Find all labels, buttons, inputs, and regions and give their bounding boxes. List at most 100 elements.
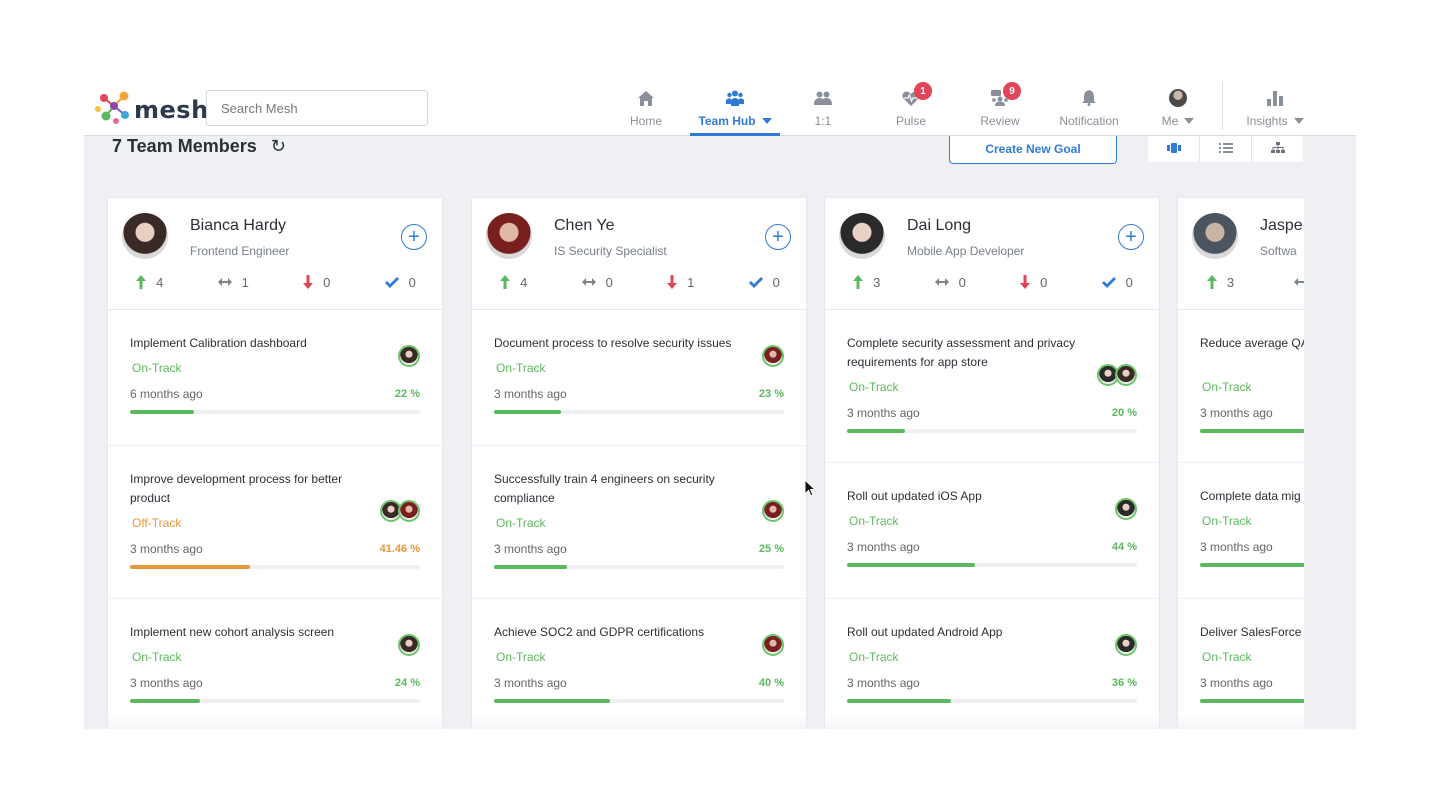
stat-count: 3 [1226, 274, 1235, 290]
goal-title[interactable]: Improve development process for better p… [130, 470, 382, 508]
goal-title[interactable]: Successfully train 4 engineers on securi… [494, 470, 746, 508]
stat-up[interactable]: 3 [1178, 272, 1263, 292]
goal-title[interactable]: Document process to resolve security iss… [494, 334, 746, 353]
create-new-goal-button[interactable]: Create New Goal [949, 134, 1117, 164]
goal-progress-fill [494, 699, 610, 703]
goal-card[interactable]: Implement Calibration dashboard On-Track 6… [108, 310, 442, 446]
nav-home[interactable]: Home [624, 76, 668, 136]
goal-card[interactable]: Complete security assessment and privacy… [825, 310, 1159, 463]
goal-title[interactable]: Deliver SalesForce a [1200, 623, 1304, 642]
assignee-avatar[interactable] [762, 345, 784, 367]
goal-title[interactable]: Roll out updated Android App [847, 623, 1099, 642]
goal-title[interactable]: Implement new cohort analysis screen [130, 623, 382, 642]
nav-pulse[interactable]: 1 Pulse [890, 76, 932, 136]
member-name[interactable]: Chen Ye [554, 217, 615, 235]
goal-assignees[interactable] [762, 500, 784, 522]
assignee-avatar[interactable] [398, 345, 420, 367]
member-name[interactable]: Dai Long [907, 217, 971, 235]
goal-title[interactable]: Complete security assessment and privacy… [847, 334, 1099, 372]
goal-status: Off-Track [132, 516, 182, 530]
assignee-avatar[interactable] [1115, 364, 1137, 386]
goal-title[interactable]: Reduce average QA from 42 to 25 [1200, 334, 1304, 353]
assignee-avatar[interactable] [398, 500, 420, 522]
nav-notification[interactable]: Notification [1056, 76, 1122, 136]
assignee-avatar[interactable] [762, 634, 784, 656]
goal-assignees[interactable] [1097, 364, 1137, 386]
goal-card[interactable]: Document process to resolve security iss… [472, 310, 806, 446]
up-arrow-icon [136, 275, 147, 289]
stat-done[interactable]: 0 [1076, 272, 1160, 292]
goal-card[interactable]: Complete data mig On-Track 3 months ago [1178, 463, 1304, 599]
goal-card[interactable]: Improve development process for better p… [108, 446, 442, 599]
goal-assignees[interactable] [398, 345, 420, 367]
goal-status: On-Track [496, 516, 546, 530]
stat-count: 0 [1040, 274, 1048, 290]
assignee-avatar[interactable] [1115, 634, 1137, 656]
nav-review[interactable]: 9 Review [978, 76, 1022, 136]
goal-assignees[interactable] [1115, 498, 1137, 520]
add-goal-button[interactable]: + [1118, 224, 1144, 250]
goal-card[interactable]: Implement new cohort analysis screen On-T… [108, 599, 442, 729]
assignee-avatar[interactable] [762, 500, 784, 522]
stat-side[interactable] [1263, 272, 1304, 292]
up-arrow-icon [1206, 275, 1217, 289]
member-avatar[interactable] [122, 213, 168, 259]
add-goal-button[interactable]: + [765, 224, 791, 250]
board-view-icon[interactable] [1148, 134, 1200, 162]
member-name[interactable]: Bianca Hardy [190, 217, 286, 235]
goal-stats: 4 1 0 0 [108, 272, 442, 292]
stat-up[interactable]: 3 [825, 272, 909, 292]
goal-percent: 22 % [394, 388, 420, 400]
goal-card[interactable]: Successfully train 4 engineers on securi… [472, 446, 806, 599]
refresh-icon[interactable]: ↻ [271, 136, 286, 157]
goal-card[interactable]: Reduce average QA from 42 to 25 On-Track 3… [1178, 310, 1304, 463]
stat-side[interactable]: 0 [909, 272, 993, 292]
stat-side[interactable]: 0 [556, 272, 640, 292]
member-avatar[interactable] [839, 213, 885, 259]
member-avatar[interactable] [486, 213, 532, 259]
bar-chart-icon [1267, 90, 1283, 106]
stat-down[interactable]: 0 [275, 272, 359, 292]
goal-assignees[interactable] [762, 345, 784, 367]
goal-assignees[interactable] [380, 500, 420, 522]
search-input[interactable] [206, 90, 428, 126]
assignee-avatar[interactable] [398, 634, 420, 656]
goal-stats: 4 0 1 0 [472, 272, 806, 292]
nav-me[interactable]: Me [1158, 76, 1198, 136]
goal-card[interactable]: Achieve SOC2 and GDPR certifications On-T… [472, 599, 806, 729]
org-chart-view-icon[interactable] [1252, 134, 1303, 162]
horizontal-arrows-icon [217, 278, 232, 286]
goal-stats: 3 [1178, 272, 1304, 292]
goal-stats: 3 0 0 0 [825, 272, 1159, 292]
nav-one-on-one[interactable]: 1:1 [802, 76, 844, 136]
goal-card[interactable]: Roll out updated Android App On-Track 3 mo… [825, 599, 1159, 729]
stat-up[interactable]: 4 [472, 272, 556, 292]
member-avatar[interactable] [1192, 213, 1238, 259]
goal-card[interactable]: Roll out updated iOS App On-Track 3 months… [825, 463, 1159, 599]
mesh-logo[interactable]: mesh [94, 88, 208, 126]
goal-title[interactable]: Achieve SOC2 and GDPR certifications [494, 623, 746, 642]
assignee-avatar[interactable] [1115, 498, 1137, 520]
nav-insights[interactable]: Insights [1242, 76, 1308, 136]
goal-title[interactable]: Complete data mig [1200, 487, 1304, 506]
stat-count: 0 [408, 274, 416, 290]
stat-down[interactable]: 0 [992, 272, 1076, 292]
nav-team-hub[interactable]: Team Hub [690, 76, 780, 136]
stat-side[interactable]: 1 [192, 272, 276, 292]
goal-assignees[interactable] [1115, 634, 1137, 656]
stat-down[interactable]: 1 [639, 272, 723, 292]
member-name[interactable]: Jaspe [1260, 217, 1303, 235]
list-view-icon[interactable] [1200, 134, 1252, 162]
stat-count: 0 [605, 274, 613, 290]
goal-card[interactable]: Deliver SalesForce a On-Track 3 months ago [1178, 599, 1304, 729]
goal-progress-fill [130, 410, 194, 414]
goal-assignees[interactable] [762, 634, 784, 656]
stat-up[interactable]: 4 [108, 272, 192, 292]
goal-title[interactable]: Roll out updated iOS App [847, 487, 1099, 506]
add-goal-button[interactable]: + [401, 224, 427, 250]
mouse-cursor-icon [805, 480, 817, 497]
stat-done[interactable]: 0 [723, 272, 807, 292]
stat-done[interactable]: 0 [359, 272, 443, 292]
goal-title[interactable]: Implement Calibration dashboard [130, 334, 382, 353]
goal-assignees[interactable] [398, 634, 420, 656]
